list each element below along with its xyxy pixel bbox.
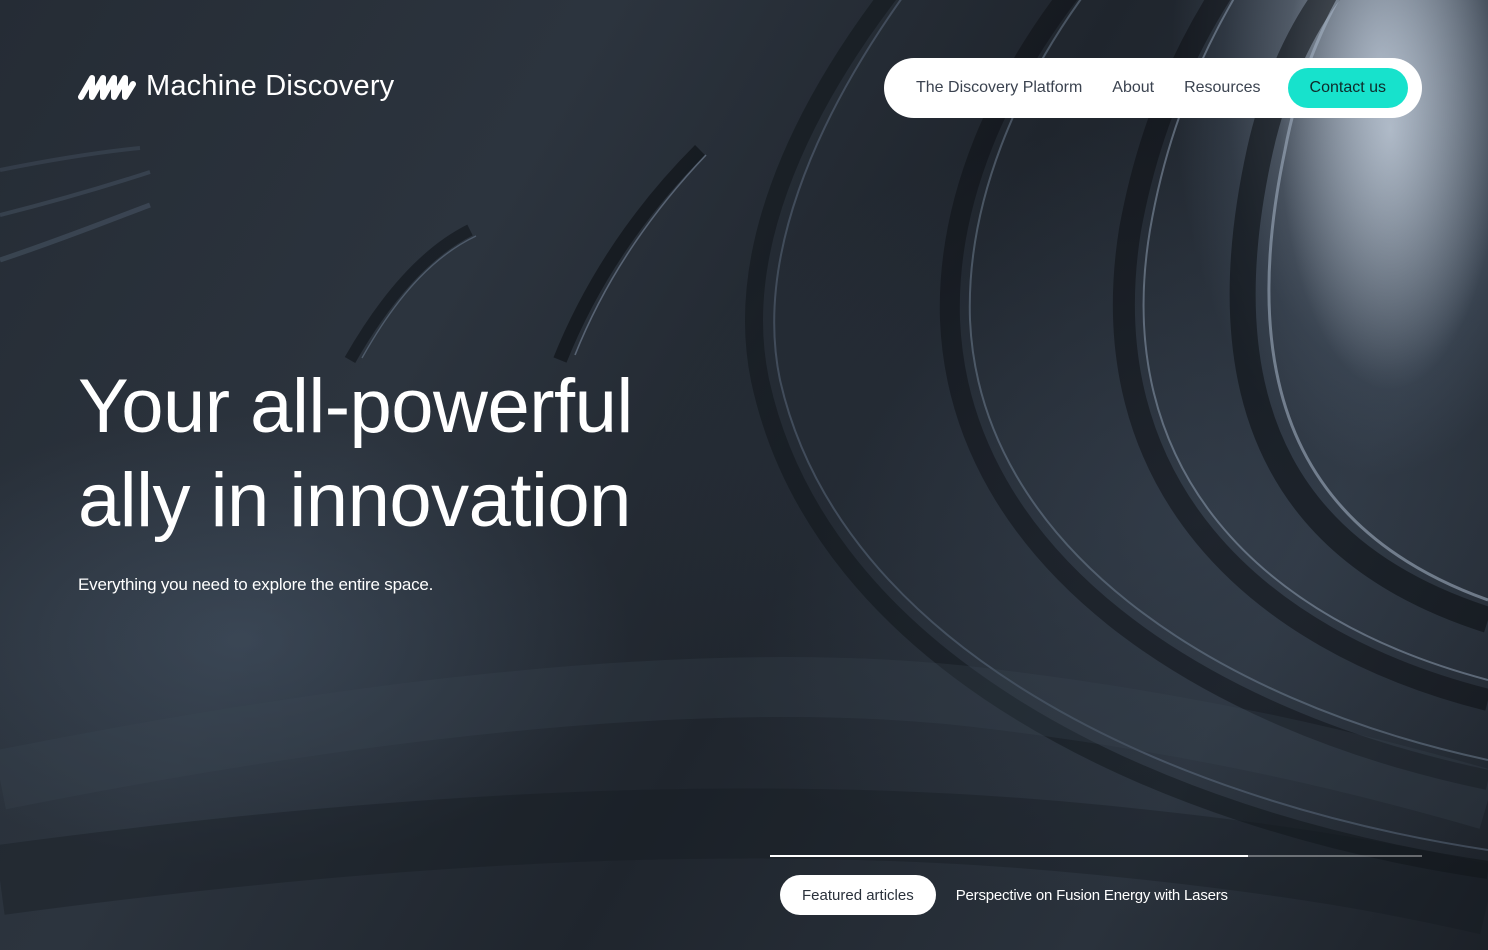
featured-articles-bar: Featured articles Perspective on Fusion … [780, 875, 1228, 915]
brand-name: Machine Discovery [146, 70, 395, 102]
nav-link-resources[interactable]: Resources [1184, 79, 1260, 97]
featured-articles-button[interactable]: Featured articles [780, 875, 936, 915]
nav-link-about[interactable]: About [1112, 79, 1154, 97]
featured-slide-progress-fill [770, 855, 1248, 857]
featured-slide-progress-track [770, 855, 1422, 857]
hero-subheadline: Everything you need to explore the entir… [78, 575, 434, 594]
hero-section: Machine Discovery The Discovery Platform… [0, 0, 1488, 950]
contact-us-button[interactable]: Contact us [1287, 68, 1408, 108]
hero-headline-line-2: ally in innovation [78, 458, 631, 543]
main-nav: The Discovery Platform About Resources C… [884, 58, 1422, 118]
hero-headline: Your all-powerful ally in innovation [78, 360, 778, 548]
nav-link-discovery-platform[interactable]: The Discovery Platform [916, 79, 1082, 97]
hero-headline-line-1: Your all-powerful [78, 364, 633, 449]
machine-discovery-logo-icon [78, 74, 136, 100]
brand-logo[interactable]: Machine Discovery [78, 70, 394, 103]
featured-article-link[interactable]: Perspective on Fusion Energy with Lasers [956, 887, 1228, 904]
